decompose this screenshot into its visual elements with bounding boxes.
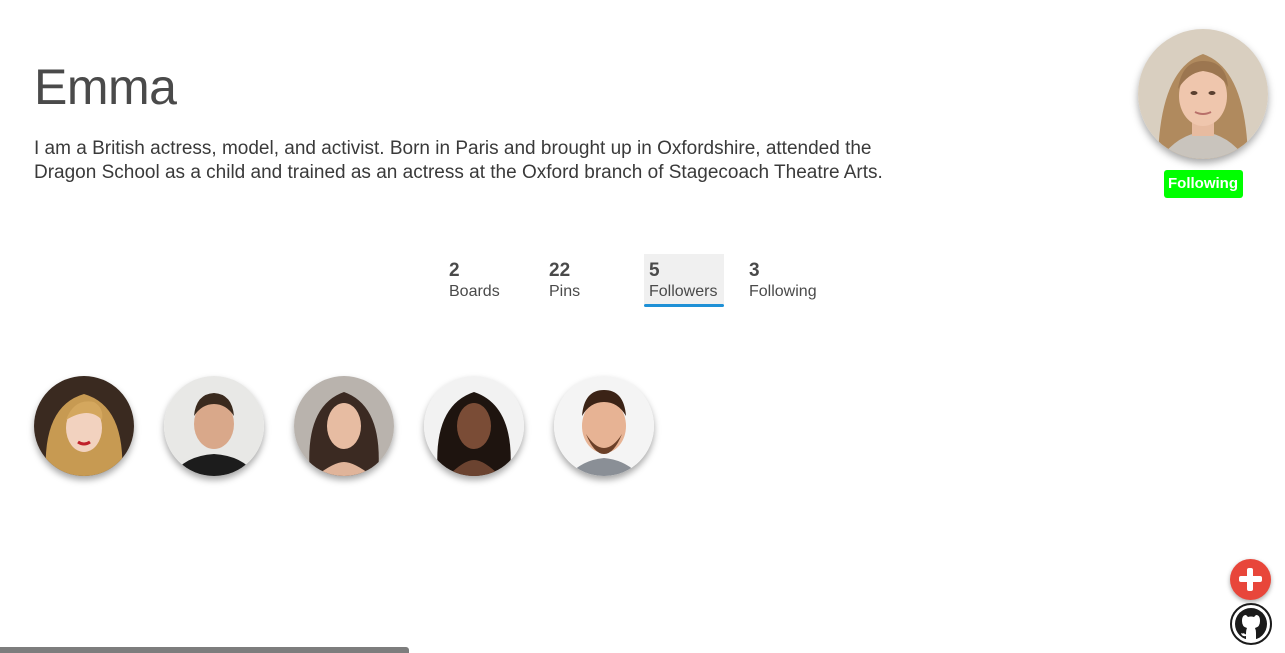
status-bar <box>0 647 409 653</box>
add-button[interactable] <box>1230 559 1271 600</box>
followers-label: Followers <box>649 283 718 300</box>
profile-stats-tabs: 2 Boards 22 Pins 5 Followers 3 Following <box>444 254 844 307</box>
following-button[interactable]: Following <box>1163 170 1243 198</box>
tab-followers[interactable]: 5 Followers <box>644 254 724 307</box>
github-icon <box>1230 603 1272 645</box>
tab-following[interactable]: 3 Following <box>744 254 824 304</box>
profile-name: Emma <box>34 59 177 115</box>
pins-count: 22 <box>549 260 571 281</box>
followers-list <box>34 376 684 476</box>
follower-avatar-4[interactable] <box>424 376 524 476</box>
follower-avatar-1[interactable] <box>34 376 134 476</box>
following-label: Following <box>749 283 817 300</box>
boards-label: Boards <box>449 283 500 300</box>
tab-boards[interactable]: 2 Boards <box>444 254 524 304</box>
pins-label: Pins <box>549 283 581 300</box>
profile-avatar <box>1138 29 1268 159</box>
follower-avatar-3[interactable] <box>294 376 394 476</box>
github-link[interactable] <box>1230 603 1272 645</box>
profile-bio: I am a British actress, model, and activ… <box>34 138 883 183</box>
boards-count: 2 <box>449 260 460 281</box>
profile-avatar-block: Following <box>1138 29 1268 198</box>
follower-avatar-2[interactable] <box>164 376 264 476</box>
tab-pins[interactable]: 22 Pins <box>544 254 624 304</box>
follower-avatar-5[interactable] <box>554 376 654 476</box>
followers-count: 5 <box>649 260 660 281</box>
following-count: 3 <box>749 260 760 281</box>
